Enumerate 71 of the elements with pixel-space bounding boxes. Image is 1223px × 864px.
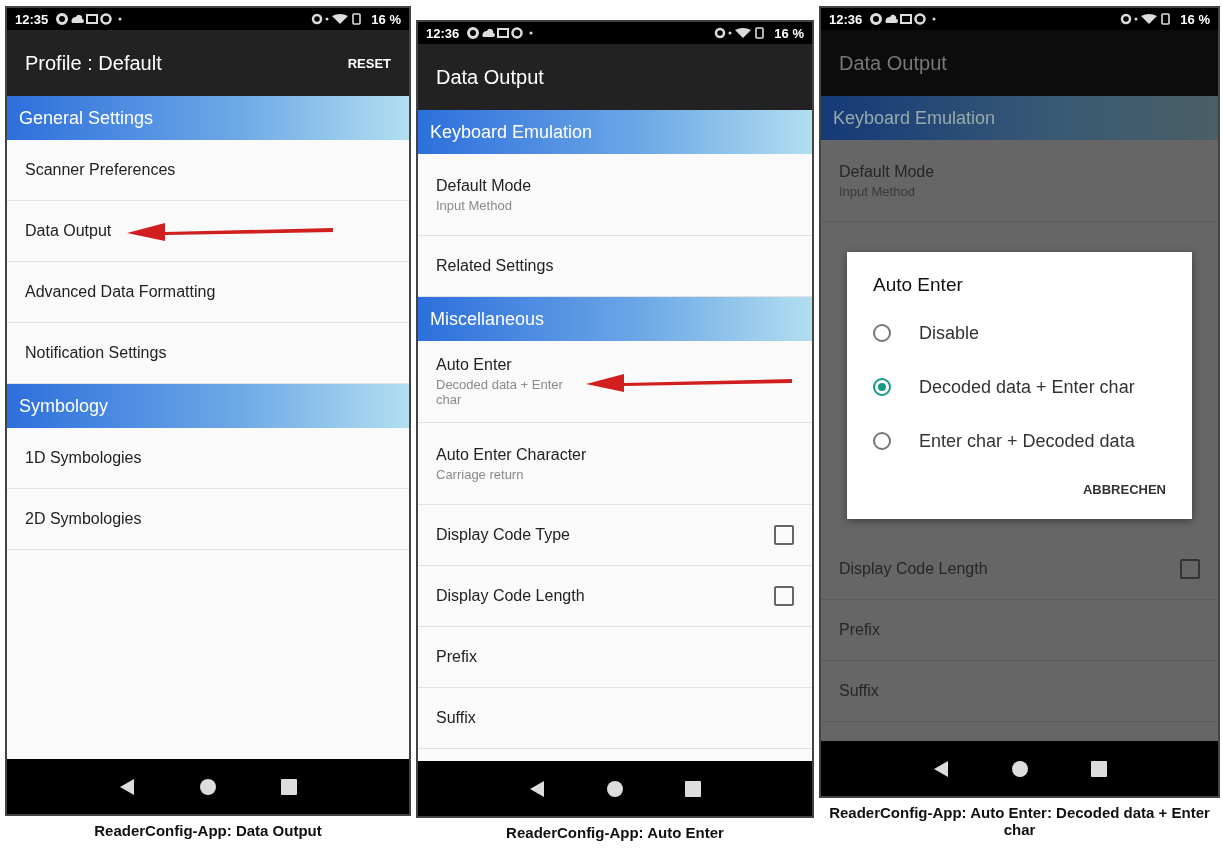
item-label: Display Code Length [839, 560, 988, 578]
app-bar-title: Profile : Default [25, 51, 163, 75]
settings-item[interactable]: Scanner Preferences [7, 140, 409, 201]
item-label: Default Mode [839, 162, 935, 181]
status-icons-drawing [1120, 13, 1173, 25]
radio-option[interactable]: Disable [873, 306, 1166, 360]
item-label: Related Settings [436, 257, 554, 275]
status-time: 12:35 [15, 11, 49, 27]
item-label: 2D Symbologies [25, 510, 142, 528]
settings-item[interactable]: Auto Enter Character Carriage return [418, 423, 812, 505]
item-label: Prefix [436, 648, 477, 666]
status-icons-drawing [311, 13, 364, 25]
status-time: 12:36 [829, 11, 863, 27]
item-label: Suffix [436, 709, 476, 727]
back-icon[interactable] [529, 779, 545, 798]
item-summary: Input Method [436, 197, 513, 213]
back-icon[interactable] [932, 759, 949, 778]
home-icon[interactable] [607, 780, 623, 797]
battery-percent: 16 % [371, 11, 401, 27]
section-header: General Settings [7, 96, 409, 140]
settings-item[interactable]: Display Code Type [418, 505, 812, 566]
section-header: Symbology [7, 384, 409, 428]
home-icon[interactable] [200, 778, 216, 795]
checkbox[interactable] [1180, 559, 1200, 579]
item-label: Default Mode [436, 176, 532, 195]
status-icons-drawing [714, 27, 767, 39]
battery-percent: 16 % [774, 25, 804, 41]
reset-button[interactable]: RESET [343, 51, 395, 75]
settings-item[interactable]: Prefix [418, 627, 812, 688]
item-label: Notification Settings [25, 344, 167, 362]
item-label: Auto Enter Character [436, 445, 587, 464]
item-label: Prefix [839, 621, 880, 639]
home-icon[interactable] [1011, 760, 1028, 777]
radio-option[interactable]: Enter char + Decoded data [873, 414, 1166, 468]
item-label: Suffix [839, 682, 879, 700]
app-bar-title: Data Output [436, 65, 545, 89]
cancel-button[interactable]: ABBRECHEN [1082, 476, 1166, 503]
item-summary: Decoded data + Enter char [436, 377, 564, 407]
item-label: Advanced Data Formatting [25, 283, 216, 301]
settings-item[interactable]: Auto Enter Decoded data + Enter char [418, 341, 812, 423]
settings-item[interactable]: Display Code Length [418, 566, 812, 627]
settings-item[interactable]: Data Output [7, 201, 409, 262]
figure-caption: ReaderConfig-App: Auto Enter: Decoded data + Enter char [828, 804, 1211, 838]
figure-caption: ReaderConfig-App: Data Output [93, 822, 323, 839]
recents-icon[interactable] [1090, 760, 1107, 777]
item-label: Auto Enter [436, 356, 513, 374]
item-label: Scanner Preferences [25, 161, 176, 179]
section-header: Keyboard Emulation [821, 96, 1218, 140]
item-label: Display Code Length [436, 587, 585, 605]
recents-icon[interactable] [685, 780, 701, 797]
battery-percent: 16 % [1180, 11, 1210, 27]
item-label: Data Output [25, 222, 112, 240]
dialog-title: Auto Enter [873, 274, 964, 296]
back-icon[interactable] [119, 777, 136, 796]
item-label: Display Code Type [436, 526, 570, 544]
item-label: 1D Symbologies [25, 449, 142, 467]
item-summary: Carriage return [436, 466, 525, 482]
settings-item[interactable]: Default Mode Input Method [418, 154, 812, 236]
section-header: Keyboard Emulation [418, 110, 812, 154]
figure-caption: ReaderConfig-App: Auto Enter [505, 824, 725, 841]
checkbox[interactable] [774, 586, 794, 606]
settings-item[interactable]: 2D Symbologies [7, 489, 409, 550]
app-bar-title: Data Output [839, 51, 948, 75]
section-header: Miscellaneous [418, 297, 812, 341]
settings-item[interactable]: Advanced Data Formatting [7, 262, 409, 323]
recents-icon[interactable] [280, 778, 297, 795]
settings-item[interactable]: 1D Symbologies [7, 428, 409, 489]
checkbox[interactable] [774, 525, 794, 545]
radio-option[interactable]: Decoded data + Enter char [873, 360, 1166, 414]
status-time: 12:36 [426, 25, 460, 41]
settings-item[interactable]: Suffix [418, 688, 812, 749]
